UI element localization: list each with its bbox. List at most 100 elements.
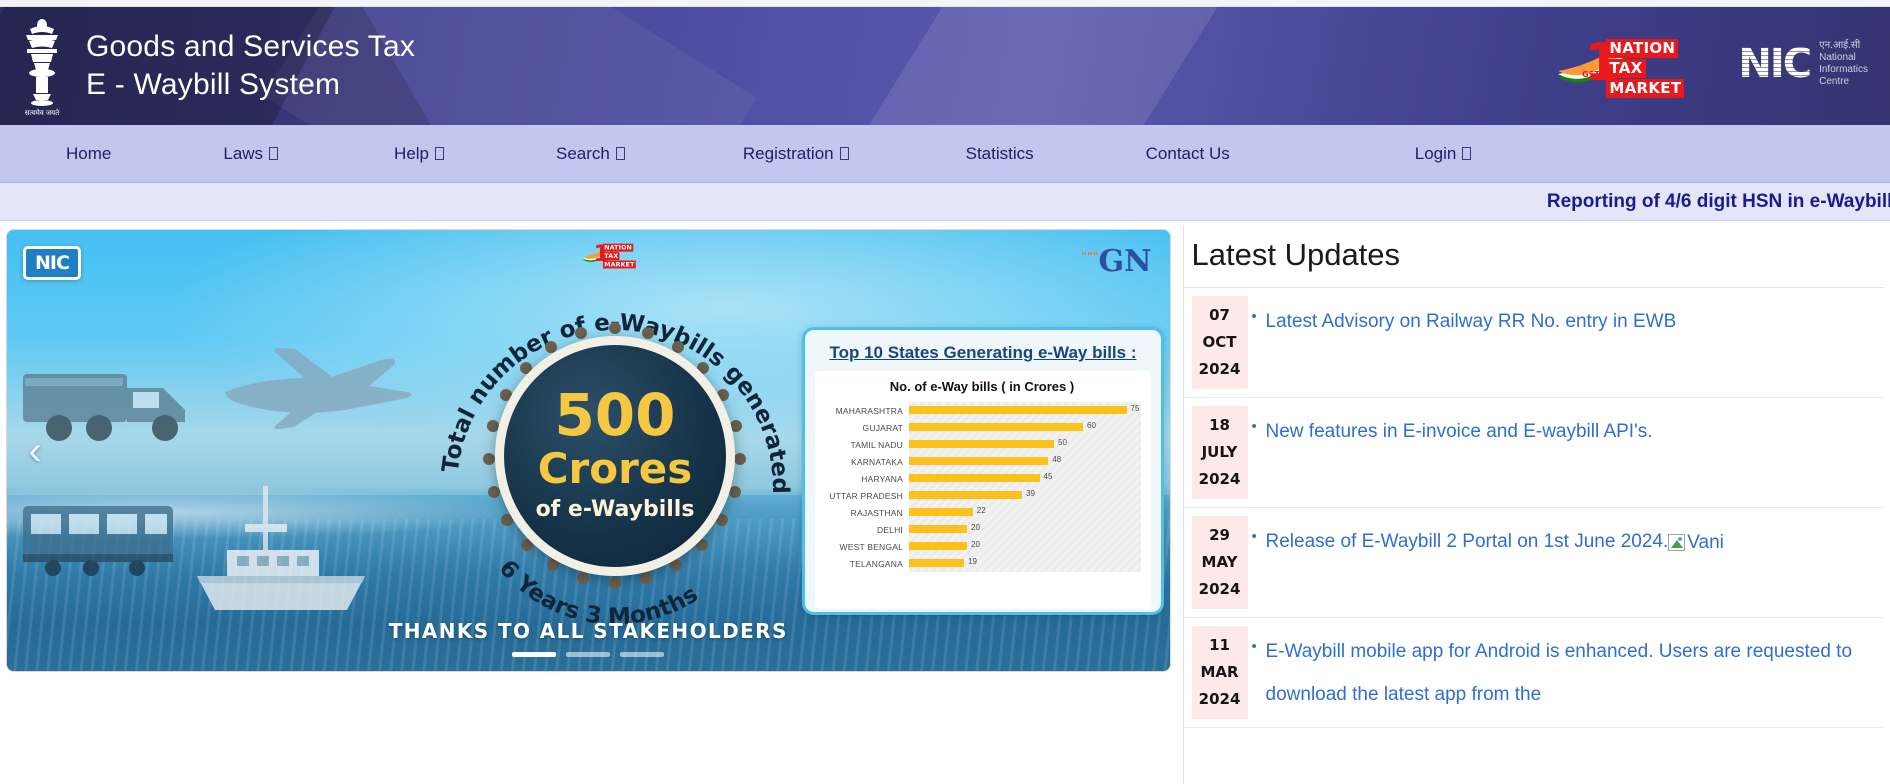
update-date-year: 2024 (1198, 470, 1241, 488)
carousel-indicators[interactable] (7, 652, 1170, 657)
top-states-chart-card: Top 10 States Generating e-Way bills : N… (802, 327, 1164, 615)
latest-updates-heading: Latest Updates (1183, 225, 1884, 288)
airplane-illustration (225, 348, 412, 430)
chart-bar-track: 50 (909, 436, 1141, 453)
update-link[interactable]: Latest Advisory on Railway RR No. entry … (1266, 311, 1677, 332)
update-link[interactable]: New features in E-invoice and E-waybill … (1266, 421, 1653, 442)
nic-subtitle-line1: National (1819, 52, 1856, 63)
ship-illustration (197, 486, 365, 610)
ewaybill-milestone-seal: Total number of e-Waybills generated in … (435, 278, 795, 638)
nic-devanagari-text: एन.आई.सी (1819, 40, 1861, 51)
chart-bar-label: MAHARASHTRA (835, 405, 903, 416)
chart-bar-fill (909, 491, 1023, 499)
chart-bar-track: 20 (909, 521, 1141, 538)
chart-bar-label: DELHI (876, 524, 903, 535)
chart-bar-fill (909, 474, 1040, 482)
nav-label-search: Search (556, 143, 610, 163)
update-date: 18 JULY 2024 (1191, 406, 1248, 499)
chart-bar-label: KARNATAKA (850, 456, 903, 467)
chart-bar-label: RAJASTHAN (850, 507, 903, 518)
bullet-icon: • (1251, 638, 1257, 655)
update-date-year: 2024 (1198, 580, 1241, 598)
chart-bar-fill (909, 457, 1049, 465)
chart-bar-value: 45 (1043, 472, 1053, 481)
chart-bar-row: HARYANA 45 (823, 470, 1141, 487)
update-body: • New features in E-invoice and E-waybill… (1248, 398, 1884, 507)
update-link[interactable]: Release of E-Waybill 2 Portal on 1st Jun… (1266, 531, 1669, 552)
chart-plot-area: MAHARASHTRA 75 GUJARAT 60 TAMIL NADU 50 KARNAT… (823, 402, 1141, 572)
nav-item-home[interactable]: Home (56, 144, 121, 164)
nic-logo: NIC एन.आई.सी National Informatics Centre (1738, 40, 1868, 88)
chart-bar-value: 20 (971, 540, 980, 549)
announcement-marquee: Reporting of 4/6 digit HSN in e-Waybill … (0, 183, 1890, 221)
update-item: 29 MAY 2024 • Release of E-Waybill 2 Portal … (1183, 508, 1884, 618)
update-item: 07 OCT 2024 • Latest Advisory on Railway RR … (1183, 288, 1884, 398)
chart-bar-row: RAJASTHAN 22 (823, 504, 1141, 521)
site-header: सत्यमेव जयते Goods and Services Tax E - … (0, 7, 1890, 125)
chart-bar-value: 75 (1130, 404, 1140, 413)
chart-bar-track: 60 (909, 419, 1141, 436)
chart-bar-value: 60 (1087, 421, 1096, 430)
nav-label-contact-us: Contact Us (1145, 143, 1230, 163)
carousel-prev-button[interactable]: ‹ (15, 421, 55, 481)
nav-item-login[interactable]: Login (1405, 144, 1482, 164)
chart-bar-row: DELHI 20 (823, 521, 1141, 538)
update-body: • Release of E-Waybill 2 Portal on 1st Ju… (1248, 508, 1884, 617)
main-content: NIC 1 NATION TAX MARKET """GN ‹ Total nu… (0, 221, 1890, 784)
main-navigation: Home Laws Help Search Registration Stati… (0, 125, 1890, 183)
chevron-down-icon (435, 147, 445, 160)
nav-item-search[interactable]: Search (546, 144, 635, 164)
gst-logo-g: G (1098, 244, 1125, 279)
gst-logo-tick: """ (1081, 250, 1099, 263)
chart-bar-track: 48 (909, 453, 1141, 470)
chart-bar-track: 45 (909, 470, 1141, 487)
hero-carousel[interactable]: NIC 1 NATION TAX MARKET """GN ‹ Total nu… (6, 229, 1171, 672)
update-date-day: 18 (1209, 416, 1230, 434)
latest-updates-panel: Latest Updates 07 OCT 2024 • Latest Advisory… (1182, 225, 1884, 784)
nav-label-registration: Registration (742, 143, 834, 163)
update-body: • E-Waybill mobile app for Android is enh… (1248, 618, 1884, 727)
update-date-year: 2024 (1198, 360, 1241, 378)
update-date-month: MAY (1201, 553, 1238, 571)
chart-bar-row: TAMIL NADU 50 (823, 436, 1141, 453)
chart-bar-fill (909, 406, 1127, 414)
chart-bar-row: WEST BENGAL 20 (823, 538, 1141, 555)
chart-bar-value: 50 (1058, 438, 1067, 447)
chevron-down-icon (269, 147, 279, 160)
carousel-indicator-dot[interactable] (620, 652, 665, 657)
chart-bar-value: 39 (1026, 489, 1035, 498)
update-date-day: 07 (1209, 306, 1230, 324)
marquee-text[interactable]: Reporting of 4/6 digit HSN in e-Waybill … (1547, 191, 1890, 213)
chart-bar-track: 22 (909, 504, 1141, 521)
nav-item-registration[interactable]: Registration (733, 144, 859, 164)
update-date-day: 11 (1209, 636, 1230, 654)
update-item: 18 JULY 2024 • New features in E-invoice and… (1183, 398, 1884, 508)
nav-item-statistics[interactable]: Statistics (956, 144, 1044, 164)
nav-label-statistics: Statistics (965, 143, 1034, 163)
chart-bar-value: 19 (968, 557, 977, 566)
chart-bar-track: 39 (909, 487, 1141, 504)
update-date-year: 2024 (1198, 690, 1241, 708)
nav-item-contact-us[interactable]: Contact Us (1136, 144, 1240, 164)
chart-bar-label: HARYANA (861, 473, 903, 484)
chart-bar-value: 48 (1052, 455, 1062, 464)
nav-label-help: Help (394, 143, 430, 163)
update-date-month: MAR (1200, 663, 1239, 681)
chart-bar-fill (909, 508, 973, 516)
broken-image-alt-text[interactable]: Vani (1687, 521, 1724, 564)
update-date-day: 29 (1209, 526, 1230, 544)
latest-updates-list: 07 OCT 2024 • Latest Advisory on Railway RR … (1183, 288, 1884, 728)
header-logos: GST 1 NATION TAX MARKET NIC एन.आई.सी Nat… (1556, 35, 1868, 98)
carousel-ntm-logo: 1 NATION TAX MARKET (582, 242, 649, 269)
carousel-indicator-dot[interactable] (566, 652, 611, 657)
ntm-line-tax: TAX (1606, 59, 1646, 78)
update-date-month: JULY (1201, 443, 1238, 461)
update-link[interactable]: E-Waybill mobile app for Android is enha… (1266, 641, 1853, 705)
browser-top-strip (0, 0, 1890, 7)
chart-bar-value: 22 (976, 506, 986, 515)
nav-item-help[interactable]: Help (384, 144, 454, 164)
broken-image-icon[interactable]: Vani (1668, 521, 1724, 564)
carousel-indicator-dot[interactable] (512, 652, 557, 657)
update-body: • Latest Advisory on Railway RR No. entry… (1248, 288, 1884, 397)
nav-item-laws[interactable]: Laws (213, 144, 288, 164)
